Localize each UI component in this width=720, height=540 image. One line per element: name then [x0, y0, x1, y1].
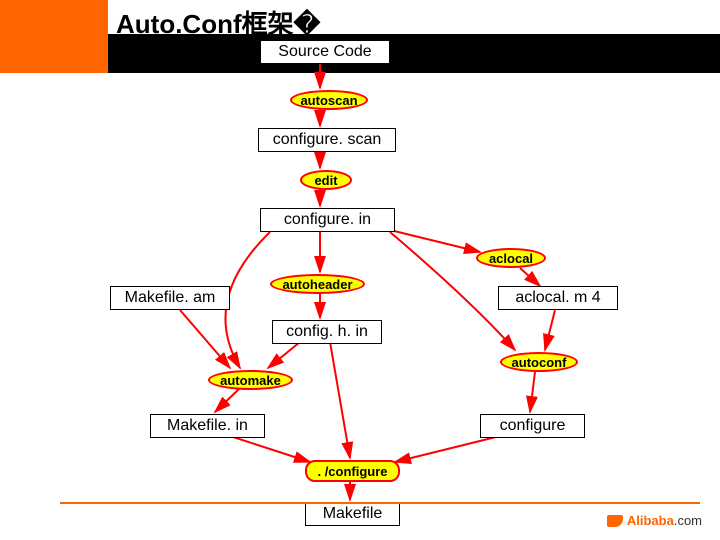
- tool-autoconf: autoconf: [500, 352, 578, 372]
- tool-automake: automake: [208, 370, 293, 390]
- title-bar: Auto.Conf框架�: [108, 4, 608, 34]
- brand-text: Alibaba.com: [627, 513, 702, 528]
- label: Source Code: [278, 43, 371, 61]
- label: Makefile. am: [125, 289, 216, 307]
- node-aclocal-m4: aclocal. m 4: [498, 286, 618, 310]
- flow-arrows: [0, 0, 720, 540]
- label: edit: [314, 173, 337, 188]
- tool-autoheader: autoheader: [270, 274, 365, 294]
- label: aclocal: [489, 251, 533, 266]
- footer-divider: [60, 502, 700, 504]
- node-configure-scan: configure. scan: [258, 128, 396, 152]
- node-config-h-in: config. h. in: [272, 320, 382, 344]
- label: aclocal. m 4: [515, 289, 600, 307]
- node-makefile-am: Makefile. am: [110, 286, 230, 310]
- node-configure-in: configure. in: [260, 208, 395, 232]
- node-makefile-in: Makefile. in: [150, 414, 265, 438]
- label: autoheader: [282, 277, 352, 292]
- node-configure: configure: [480, 414, 585, 438]
- label: config. h. in: [286, 323, 368, 341]
- tool-autoscan: autoscan: [290, 90, 368, 110]
- tool-edit: edit: [300, 170, 352, 190]
- label: . /configure: [317, 464, 387, 479]
- label: configure: [500, 417, 566, 435]
- node-source-code: Source Code: [260, 40, 390, 64]
- label: autoscan: [300, 93, 357, 108]
- alibaba-logo-icon: [607, 515, 623, 527]
- label: Makefile. in: [167, 417, 248, 435]
- tool-aclocal: aclocal: [476, 248, 546, 268]
- diagram-stage: Source Code configure. scan configure. i…: [0, 0, 720, 540]
- node-makefile: Makefile: [305, 502, 400, 526]
- page-title: Auto.Conf框架�: [108, 9, 320, 39]
- label: autoconf: [512, 355, 567, 370]
- label: configure. scan: [273, 131, 382, 149]
- label: configure. in: [284, 211, 371, 229]
- tool-run-configure: . /configure: [305, 460, 400, 482]
- label: Makefile: [323, 505, 383, 523]
- label: automake: [220, 373, 281, 388]
- brand-footer: Alibaba.com: [607, 513, 702, 528]
